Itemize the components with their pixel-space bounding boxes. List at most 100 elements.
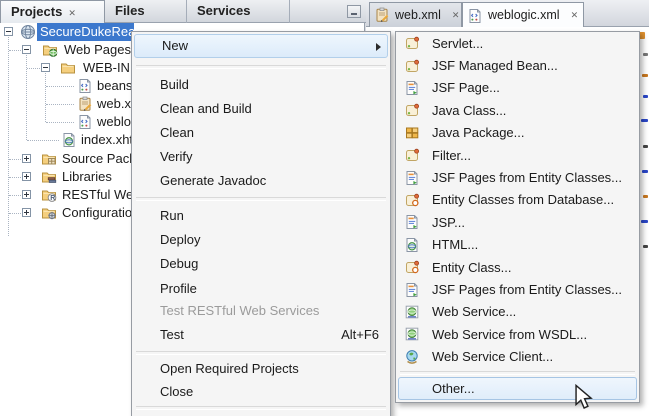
menu-item-profile[interactable]: Profile: [133, 277, 389, 301]
tree-expander-collapse[interactable]: [41, 63, 50, 72]
editor-text-fragment: [643, 145, 648, 148]
mouse-cursor: [574, 384, 594, 410]
editor-text-fragment: [641, 119, 648, 122]
menu-separator: [136, 351, 386, 355]
tree-connector: [27, 140, 59, 141]
submenu-item-jsf-pages-from-entity-classes-2[interactable]: JSF Pages from Entity Classes...: [397, 278, 638, 300]
submenu-item-label: Other...: [432, 381, 475, 396]
menu-item-label: Open Required Projects: [160, 361, 299, 376]
menu-item-close[interactable]: Close: [133, 380, 389, 404]
editor-text-fragment: [642, 170, 648, 173]
menu-item-label: Build: [160, 77, 189, 92]
editor-text-fragment: [643, 245, 648, 248]
close-icon[interactable]: ✕: [452, 4, 460, 27]
submenu-item-label: JSF Pages from Entity Classes...: [432, 282, 622, 297]
close-icon[interactable]: ✕: [68, 8, 76, 18]
menu-item-label: Test RESTful Web Services: [160, 303, 319, 318]
menu-item-clean-and-build[interactable]: Clean and Build: [133, 97, 389, 121]
tab-projects[interactable]: Projects ✕: [0, 0, 105, 23]
tab-files-label: Files: [115, 3, 145, 18]
submenu-item-entity-class[interactable]: Entity Class...: [397, 256, 638, 278]
xml-file-icon: [467, 8, 483, 24]
html-file-icon: [404, 237, 420, 253]
tree-expander-expand[interactable]: [22, 208, 31, 217]
netbeans-window: Projects✕ Files Services SecureDukeRealm: [0, 0, 649, 416]
left-panel-tabstrip: Projects ✕ Files Services: [0, 0, 366, 23]
submenu-item-java-package[interactable]: Java Package...: [397, 122, 638, 144]
submenu-item-label: Filter...: [432, 148, 471, 163]
submenu-item-filter[interactable]: Filter...: [397, 144, 638, 166]
menu-item-build[interactable]: Build: [133, 73, 389, 97]
tab-services[interactable]: Services: [187, 0, 290, 23]
minimize-panel-button[interactable]: [347, 5, 361, 18]
editor-text-fragment: [642, 74, 648, 77]
xml-file-icon: [77, 114, 93, 130]
web-service-icon: [404, 304, 420, 320]
menu-item-label: Test: [160, 327, 184, 342]
servlet-class-icon: [404, 35, 420, 51]
web-project-icon: [20, 24, 36, 40]
tree-connector: [9, 213, 21, 214]
menu-item-test[interactable]: Test Alt+F6: [133, 323, 389, 347]
project-context-menu: New Build Clean and Build Clean Verify G…: [131, 31, 391, 416]
tree-connector: [46, 104, 74, 105]
menu-item-label: Debug: [160, 256, 198, 271]
editor-tab-weblogic-xml[interactable]: weblogic.xml ✕: [462, 2, 584, 28]
menu-item-deploy[interactable]: Deploy: [133, 228, 389, 252]
tree-connector: [46, 86, 74, 87]
menu-item-run[interactable]: Run: [133, 204, 389, 228]
deployment-descriptor-icon: [374, 7, 390, 23]
submenu-item-label: Web Service...: [432, 304, 516, 319]
tree-connector: [45, 73, 46, 122]
submenu-item-jsf-page[interactable]: JSF Page...: [397, 77, 638, 99]
tree-item-web-inf[interactable]: WEB-INF: [83, 59, 138, 77]
submenu-item-label: JSF Managed Bean...: [432, 58, 558, 73]
jsf-page-icon: [404, 282, 420, 298]
menu-item-label: New: [162, 38, 188, 53]
menu-item-clean[interactable]: Clean: [133, 121, 389, 145]
submenu-item-other[interactable]: Other...: [398, 377, 637, 400]
tree-expander-collapse[interactable]: [22, 45, 31, 54]
tab-files[interactable]: Files: [105, 0, 187, 23]
submenu-item-label: Java Class...: [432, 103, 506, 118]
submenu-item-jsf-managed-bean[interactable]: JSF Managed Bean...: [397, 54, 638, 76]
menu-separator: [136, 65, 386, 69]
web-service-icon: [404, 326, 420, 342]
editor-text-fragment: [641, 220, 648, 223]
folder-icon: [60, 60, 76, 76]
editor-tab-web-xml[interactable]: web.xml ✕: [369, 2, 462, 27]
submenu-item-servlet[interactable]: Servlet...: [397, 32, 638, 54]
java-package-icon: [404, 125, 420, 141]
submenu-item-label: Java Package...: [432, 125, 525, 140]
java-class-icon: [404, 102, 420, 118]
tree-connector: [46, 122, 74, 123]
submenu-item-web-service-from-wsdl[interactable]: Web Service from WSDL...: [397, 323, 638, 345]
submenu-item-jsf-pages-from-entity-classes[interactable]: JSF Pages from Entity Classes...: [397, 166, 638, 188]
tree-item-web-pages[interactable]: Web Pages: [64, 41, 131, 59]
menu-item-verify[interactable]: Verify: [133, 145, 389, 169]
tab-projects-label: Projects: [11, 4, 62, 19]
tree-expander-expand[interactable]: [22, 190, 31, 199]
submenu-item-jsp[interactable]: JSP...: [397, 211, 638, 233]
tree-expander-collapse[interactable]: [4, 27, 13, 36]
menu-item-generate-javadoc[interactable]: Generate Javadoc: [133, 169, 389, 193]
menu-item-test-restful-web-services: Test RESTful Web Services: [133, 299, 389, 323]
submenu-item-web-service[interactable]: Web Service...: [397, 301, 638, 323]
submenu-item-label: JSF Page...: [432, 80, 500, 95]
submenu-arrow-icon: [376, 43, 381, 51]
submenu-item-entity-classes-from-database[interactable]: Entity Classes from Database...: [397, 189, 638, 211]
tree-expander-expand[interactable]: [22, 154, 31, 163]
editor-text-fragment: [643, 95, 648, 98]
editor-tab-label: web.xml: [395, 4, 441, 27]
menu-separator: [136, 197, 386, 201]
menu-item-new[interactable]: New: [134, 34, 388, 58]
submenu-item-html[interactable]: HTML...: [397, 234, 638, 256]
menu-item-open-required-projects[interactable]: Open Required Projects: [133, 357, 389, 381]
tree-item-libraries[interactable]: Libraries: [62, 168, 112, 186]
close-icon[interactable]: ✕: [571, 4, 579, 27]
menu-item-debug[interactable]: Debug: [133, 252, 389, 276]
menu-separator: [136, 406, 386, 410]
submenu-item-web-service-client[interactable]: Web Service Client...: [397, 346, 638, 368]
tree-expander-expand[interactable]: [22, 172, 31, 181]
submenu-item-java-class[interactable]: Java Class...: [397, 99, 638, 121]
